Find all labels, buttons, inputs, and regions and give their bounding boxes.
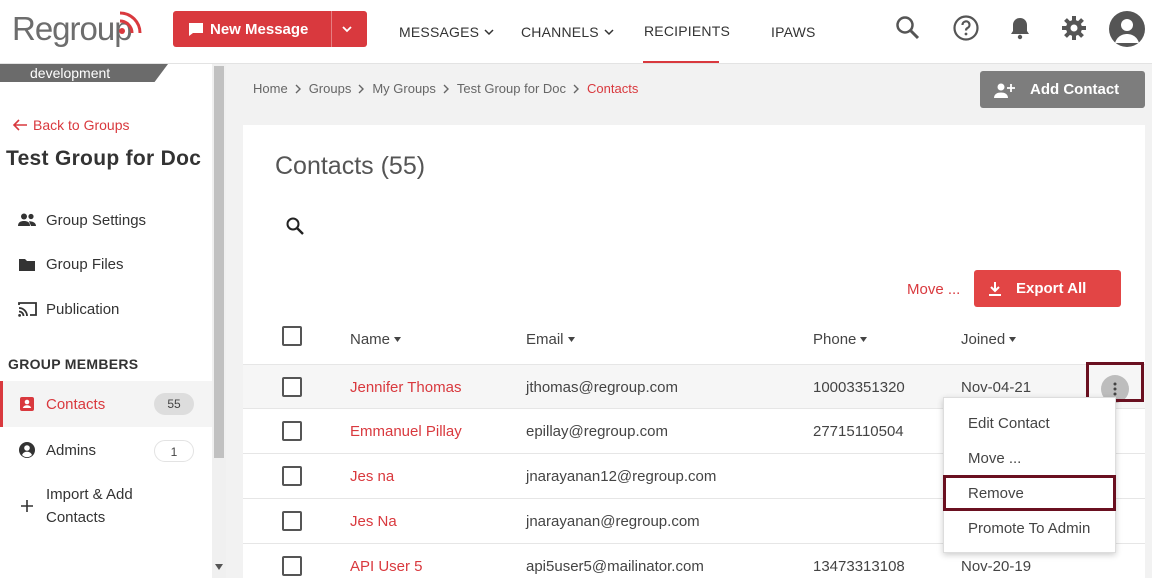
environment-badge: development [0,64,168,82]
sort-down-icon [567,337,575,342]
back-to-groups-link[interactable]: Back to Groups [12,117,130,133]
sidebar-item-admins[interactable]: Admins 1 [0,430,212,470]
row-checkbox[interactable] [282,556,302,576]
add-contact-button[interactable]: Add Contact [980,71,1145,108]
chevron-right-icon [573,84,580,94]
chevron-down-icon [484,29,494,36]
contact-email: epillay@regroup.com [526,423,668,440]
cast-icon [17,299,37,319]
bell-icon[interactable] [1006,14,1034,42]
breadcrumb-group[interactable]: Test Group for Doc [457,81,566,96]
help-icon[interactable] [952,14,980,42]
row-checkbox[interactable] [282,421,302,441]
column-header-email[interactable]: Email [526,331,575,348]
message-icon [189,23,203,36]
contact-name[interactable]: API User 5 [350,558,423,575]
contact-joined: Nov-04-21 [961,379,1032,396]
chevron-right-icon [358,84,365,94]
select-all-checkbox[interactable] [282,326,302,346]
logo[interactable]: Regroup [12,10,133,48]
account-circle-icon [17,440,37,460]
search-icon[interactable] [894,14,922,42]
contact-email: jthomas@regroup.com [526,379,678,396]
sidebar-item-group-files[interactable]: Group Files [0,244,212,284]
breadcrumb: Home Groups My Groups Test Group for Doc… [253,81,638,96]
group-title: Test Group for Doc [6,147,202,170]
contact-email: api5user5@mailinator.com [526,558,704,575]
contact-name[interactable]: Emmanuel Pillay [350,423,462,440]
group-members-heading: GROUP MEMBERS [8,356,139,372]
search-icon[interactable] [285,216,305,236]
contact-joined: Nov-20-19 [961,558,1032,575]
column-header-phone[interactable]: Phone [813,331,868,348]
nav-ipaws[interactable]: IPAWS [771,0,816,64]
column-header-name[interactable]: Name [350,331,402,348]
chevron-right-icon [295,84,302,94]
sidebar-scrollbar[interactable] [212,64,226,578]
row-checkbox[interactable] [282,377,302,397]
nav-recipients[interactable]: RECIPIENTS [643,0,730,63]
contacts-count-badge: 55 [154,393,194,415]
highlight-box [943,475,1116,511]
sidebar-item-contacts[interactable]: Contacts 55 [0,381,212,427]
contact-card-icon [17,394,37,414]
logo-waves-icon [119,11,142,34]
sidebar-item-import-add-contacts[interactable]: Import & Add Contacts [0,482,212,530]
contact-name[interactable]: Jes na [350,468,394,485]
menu-item-move[interactable]: Move ... [968,450,1021,467]
person-add-icon [994,83,1015,98]
contact-phone: 13473313108 [813,558,905,575]
contact-email: jnarayanan12@regroup.com [526,468,717,485]
people-icon [17,210,37,230]
highlight-box [1086,362,1144,402]
admins-count-badge: 1 [154,440,194,462]
contact-name[interactable]: Jes Na [350,513,397,530]
sidebar-item-publication[interactable]: Publication [0,289,212,329]
breadcrumb-home[interactable]: Home [253,81,288,96]
sort-down-icon [1009,337,1017,342]
chevron-down-icon [604,29,614,36]
download-icon [989,281,1001,296]
contact-phone: 27715110504 [813,423,904,440]
scroll-down-arrow-icon[interactable] [215,564,223,570]
sort-down-icon [860,337,868,342]
new-message-button[interactable]: New Message [173,11,367,47]
scrollbar-thumb[interactable] [214,66,224,458]
chevron-down-icon[interactable] [341,23,353,35]
top-navbar: Regroup New Message MESSAGES CHANNELS RE… [0,0,1152,64]
breadcrumb-groups[interactable]: Groups [309,81,352,96]
sidebar-item-group-settings[interactable]: Group Settings [0,200,212,240]
contact-name[interactable]: Jennifer Thomas [350,379,461,396]
sort-down-icon [394,337,402,342]
row-checkbox[interactable] [282,511,302,531]
move-link[interactable]: Move ... [907,281,960,298]
page-title: Contacts (55) [275,152,426,180]
contact-email: jnarayanan@regroup.com [526,513,700,530]
breadcrumb-my-groups[interactable]: My Groups [372,81,436,96]
new-message-label: New Message [210,20,309,38]
avatar-icon [1115,19,1139,43]
menu-item-promote-to-admin[interactable]: Promote To Admin [968,520,1090,537]
avatar[interactable] [1109,11,1145,47]
export-all-button[interactable]: Export All [974,270,1121,307]
arrow-left-icon [12,119,27,131]
breadcrumb-current: Contacts [587,81,639,96]
plus-icon [17,496,37,516]
nav-messages[interactable]: MESSAGES [399,0,494,64]
menu-item-edit-contact[interactable]: Edit Contact [968,415,1050,432]
nav-channels[interactable]: CHANNELS [521,0,614,64]
contact-phone: 10003351320 [813,379,905,396]
folder-icon [17,254,37,274]
sidebar: development Back to Groups Test Group fo… [0,64,212,578]
column-header-joined[interactable]: Joined [961,331,1017,348]
chevron-right-icon [443,84,450,94]
row-checkbox[interactable] [282,466,302,486]
gear-icon[interactable] [1060,14,1088,42]
